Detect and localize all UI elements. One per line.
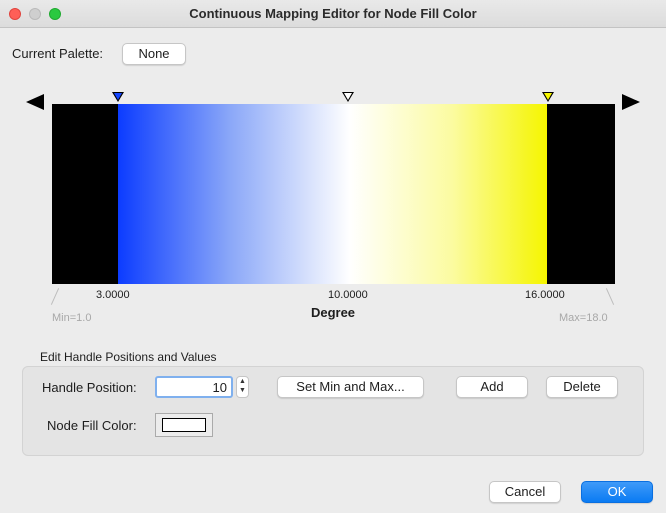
left-arrow-icon[interactable] [26, 94, 44, 110]
window-title: Continuous Mapping Editor for Node Fill … [189, 6, 477, 21]
delete-handle-button[interactable]: Delete [546, 376, 618, 398]
handle-position-stepper[interactable]: ▲ ▼ [236, 376, 249, 398]
max-tick-line [605, 288, 615, 305]
handle-marker-low[interactable] [112, 92, 124, 102]
handle-value-mid: 10.0000 [328, 289, 368, 301]
stepper-down-icon[interactable]: ▼ [237, 386, 248, 395]
handle-marker-high[interactable] [542, 92, 554, 102]
handle-marker-low-fill [114, 93, 122, 100]
handle-panel-title: Edit Handle Positions and Values [40, 350, 217, 364]
attribute-label: Degree [310, 305, 356, 320]
handle-marker-mid-fill [344, 93, 352, 100]
handle-value-low: 3.0000 [96, 289, 130, 301]
add-handle-button[interactable]: Add [456, 376, 528, 398]
handle-marker-mid[interactable] [342, 92, 354, 102]
handle-position-label: Handle Position: [42, 380, 137, 395]
title-bar: Continuous Mapping Editor for Node Fill … [0, 0, 666, 28]
set-min-max-button[interactable]: Set Min and Max... [277, 376, 424, 398]
palette-button[interactable]: None [122, 43, 186, 65]
node-fill-color-button[interactable] [155, 413, 213, 437]
min-tick-line [50, 288, 60, 305]
handle-position-input[interactable] [155, 376, 233, 398]
cancel-button[interactable]: Cancel [489, 481, 561, 503]
handle-value-high: 16.0000 [525, 289, 565, 301]
current-palette-label: Current Palette: [12, 46, 104, 61]
color-gradient-bar[interactable] [52, 104, 615, 284]
right-arrow-icon[interactable] [622, 94, 640, 110]
node-fill-color-swatch [162, 418, 206, 432]
ok-button[interactable]: OK [581, 481, 653, 503]
color-gradient-range [118, 104, 547, 284]
handle-marker-high-fill [544, 93, 552, 100]
stepper-up-icon[interactable]: ▲ [237, 377, 248, 386]
node-fill-color-label: Node Fill Color: [47, 418, 137, 433]
